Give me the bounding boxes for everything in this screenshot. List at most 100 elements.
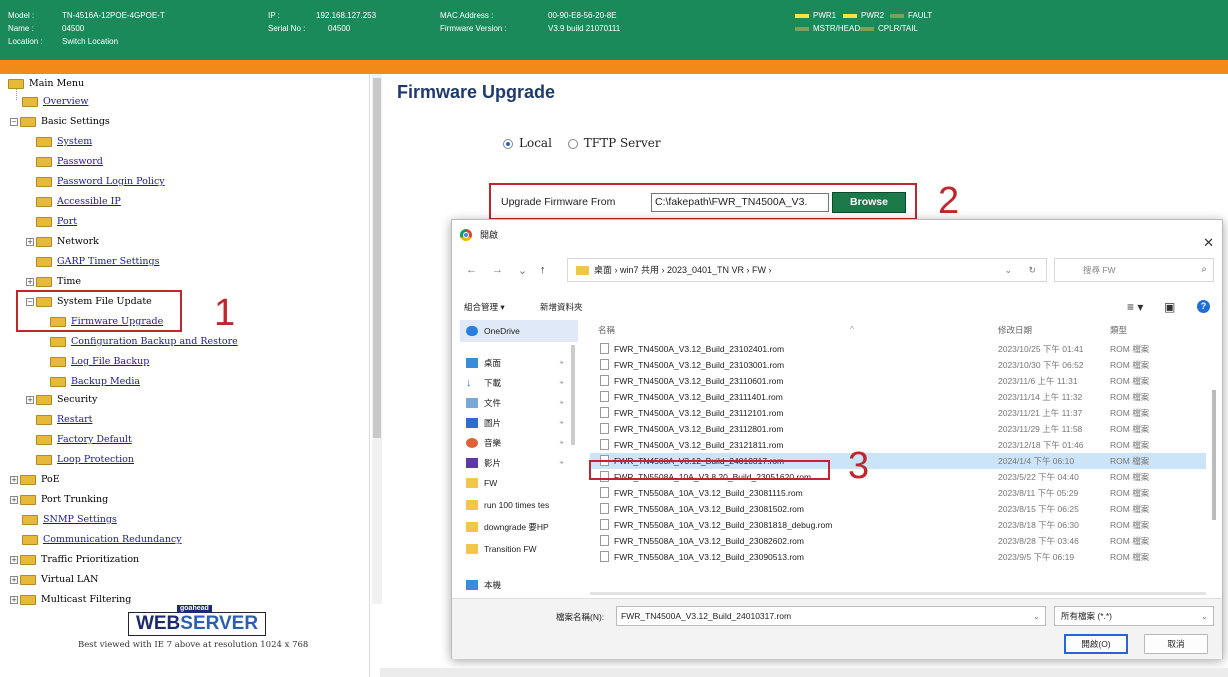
- file-date: 2023/11/6 上午 11:31: [998, 376, 1078, 386]
- file-path-field[interactable]: C:\fakepath\FWR_TN4500A_V3.: [651, 193, 829, 212]
- organize-menu[interactable]: 組合管理 ▾: [464, 301, 505, 313]
- tree-virtual-lan[interactable]: + Virtual LAN: [10, 572, 98, 588]
- name-value: 04500: [62, 24, 85, 33]
- up-arrow-icon[interactable]: ↑: [540, 264, 546, 276]
- expand-icon[interactable]: +: [26, 395, 34, 404]
- collapse-icon[interactable]: −: [10, 117, 18, 126]
- file-row[interactable]: FWR_TN4500A_V3.12_Build_23110601.rom 2023…: [590, 373, 1206, 389]
- column-date[interactable]: 修改日期: [998, 324, 1032, 336]
- file-row[interactable]: FWR_TN4500A_V3.12_Build_23112801.rom 2023…: [590, 421, 1206, 437]
- tree-backup-media[interactable]: Backup Media: [50, 374, 140, 390]
- sidebar-item-run-100-times[interactable]: run 100 times tes: [460, 494, 578, 516]
- expand-icon[interactable]: +: [10, 595, 18, 604]
- sidebar-scrollbar[interactable]: [571, 345, 575, 445]
- tree-main-menu[interactable]: Main Menu: [8, 76, 84, 92]
- radio-checked-icon[interactable]: [503, 138, 513, 149]
- cancel-button[interactable]: 取消: [1144, 634, 1208, 654]
- tree-basic-settings[interactable]: − Basic Settings: [10, 114, 110, 130]
- chevron-down-icon[interactable]: ⌄: [1201, 607, 1208, 625]
- file-row[interactable]: FWR_TN5508A_10A_V3.12_Build_23081818_deb…: [590, 517, 1206, 533]
- column-type[interactable]: 類型: [1110, 324, 1127, 336]
- tree-snmp[interactable]: SNMP Settings: [22, 512, 117, 528]
- expand-icon[interactable]: +: [10, 495, 18, 504]
- scrollbar-thumb[interactable]: [1212, 390, 1216, 520]
- new-folder-button[interactable]: 新增資料夾: [540, 301, 583, 313]
- file-row[interactable]: FWR_TN4500A_V3.12_Build_23121811.rom 2023…: [590, 437, 1206, 453]
- sidebar-item-this-pc[interactable]: 本機: [460, 574, 578, 596]
- tree-password[interactable]: Password: [36, 154, 103, 170]
- tree-multicast-filtering[interactable]: + Multicast Filtering: [10, 592, 131, 608]
- sidebar-item-onedrive[interactable]: OneDrive: [460, 320, 578, 342]
- tree-loop-protection[interactable]: Loop Protection: [36, 452, 134, 468]
- file-row[interactable]: FWR_TN4500A_V3.12_Build_23111401.rom 2023…: [590, 389, 1206, 405]
- expand-icon[interactable]: +: [10, 575, 18, 584]
- open-button[interactable]: 開啟(O): [1064, 634, 1128, 654]
- tree-config-backup[interactable]: Configuration Backup and Restore: [50, 334, 238, 350]
- tree-time[interactable]: + Time: [26, 274, 81, 290]
- column-name[interactable]: 名稱: [598, 324, 615, 336]
- forward-arrow-icon[interactable]: →: [492, 264, 503, 276]
- file-list-hscrollbar[interactable]: [590, 592, 1206, 595]
- scrollbar-thumb[interactable]: [373, 78, 381, 438]
- bottom-scrollbar[interactable]: [380, 668, 1228, 677]
- upgrade-source-radios: Local TFTP Server: [503, 136, 661, 150]
- recent-dropdown-icon[interactable]: ⌄: [518, 264, 527, 277]
- filename-input[interactable]: FWR_TN4500A_V3.12_Build_24010317.rom ⌄: [616, 606, 1046, 626]
- sidebar-item-music[interactable]: 音樂 ⌖: [460, 432, 578, 454]
- expand-icon[interactable]: +: [26, 237, 34, 246]
- address-bar[interactable]: 桌面 › win7 共用 › 2023_0401_TN VR › FW › ⌄ …: [567, 258, 1047, 282]
- file-row[interactable]: FWR_TN5508A_10A_V3.12_Build_23082602.rom…: [590, 533, 1206, 549]
- tree-accessible-ip[interactable]: Accessible IP: [36, 194, 121, 210]
- preview-pane-icon[interactable]: ▣: [1164, 300, 1175, 314]
- file-list-scrollbar[interactable]: [1210, 320, 1218, 595]
- tree-garp-timer[interactable]: GARP Timer Settings: [36, 254, 159, 270]
- file-name: FWR_TN4500A_V3.12_Build_23121811.rom: [614, 440, 784, 450]
- tree-comm-redundancy[interactable]: Communication Redundancy: [22, 532, 182, 548]
- search-input[interactable]: 搜尋 FW ⌕: [1054, 258, 1214, 282]
- tree-scrollbar[interactable]: [372, 74, 382, 604]
- sidebar-item-pictures[interactable]: 圖片 ⌖: [460, 412, 578, 434]
- file-row[interactable]: FWR_TN4500A_V3.12_Build_23103001.rom 2023…: [590, 357, 1206, 373]
- radio-tftp[interactable]: TFTP Server: [567, 136, 661, 150]
- chevron-down-icon[interactable]: ⌄: [1004, 259, 1012, 281]
- browse-button[interactable]: Browse: [832, 192, 906, 213]
- expand-icon[interactable]: +: [10, 475, 18, 484]
- tree-restart[interactable]: Restart: [36, 412, 93, 428]
- expand-icon[interactable]: +: [10, 555, 18, 564]
- radio-unchecked-icon[interactable]: [567, 138, 578, 149]
- tree-port-trunking[interactable]: + Port Trunking: [10, 492, 108, 508]
- view-options-icon[interactable]: ≡ ▾: [1127, 300, 1143, 314]
- radio-local[interactable]: Local: [503, 136, 552, 150]
- expand-icon[interactable]: +: [26, 277, 34, 286]
- sidebar-item-transition-fw[interactable]: Transition FW: [460, 538, 578, 560]
- tree-port[interactable]: Port: [36, 214, 77, 230]
- sidebar-item-desktop[interactable]: 桌面 ⌖: [460, 352, 578, 374]
- tree-traffic-prioritization[interactable]: + Traffic Prioritization: [10, 552, 139, 568]
- sidebar-item-documents[interactable]: 文件 ⌖: [460, 392, 578, 414]
- refresh-icon[interactable]: ↻: [1028, 259, 1036, 281]
- folder-icon: [36, 216, 52, 227]
- tree-overview[interactable]: Overview: [22, 94, 88, 110]
- sidebar-item-videos[interactable]: 影片 ⌖: [460, 452, 578, 474]
- file-row[interactable]: FWR_TN5508A_10A_V3.12_Build_23081115.rom…: [590, 485, 1206, 501]
- tree-poe[interactable]: + PoE: [10, 472, 60, 488]
- folder-icon: [466, 500, 478, 510]
- back-arrow-icon[interactable]: ←: [466, 264, 477, 276]
- tree-network[interactable]: + Network: [26, 234, 99, 250]
- file-row[interactable]: FWR_TN5508A_10A_V3.12_Build_23090513.rom…: [590, 549, 1206, 565]
- tree-password-login-policy[interactable]: Password Login Policy: [36, 174, 165, 190]
- sidebar-item-downgrade[interactable]: downgrade 要HP: [460, 516, 578, 538]
- file-row[interactable]: FWR_TN4500A_V3.12_Build_23112101.rom 2023…: [590, 405, 1206, 421]
- sidebar-item-fw[interactable]: FW: [460, 472, 578, 494]
- filetype-select[interactable]: 所有檔案 (*.*) ⌄: [1054, 606, 1214, 626]
- file-row[interactable]: FWR_TN4500A_V3.12_Build_23102401.rom 2023…: [590, 341, 1206, 357]
- chevron-down-icon[interactable]: ⌄: [1033, 607, 1040, 625]
- tree-security[interactable]: + Security: [26, 392, 97, 408]
- tree-factory-default[interactable]: Factory Default: [36, 432, 132, 448]
- tree-system[interactable]: System: [36, 134, 92, 150]
- tree-log-file-backup[interactable]: Log File Backup: [50, 354, 149, 370]
- folder-icon: [8, 78, 24, 89]
- help-icon[interactable]: ?: [1197, 300, 1210, 313]
- file-row[interactable]: FWR_TN5508A_10A_V3.12_Build_23081502.rom…: [590, 501, 1206, 517]
- sidebar-item-downloads[interactable]: ↓ 下載 ⌖: [460, 372, 578, 394]
